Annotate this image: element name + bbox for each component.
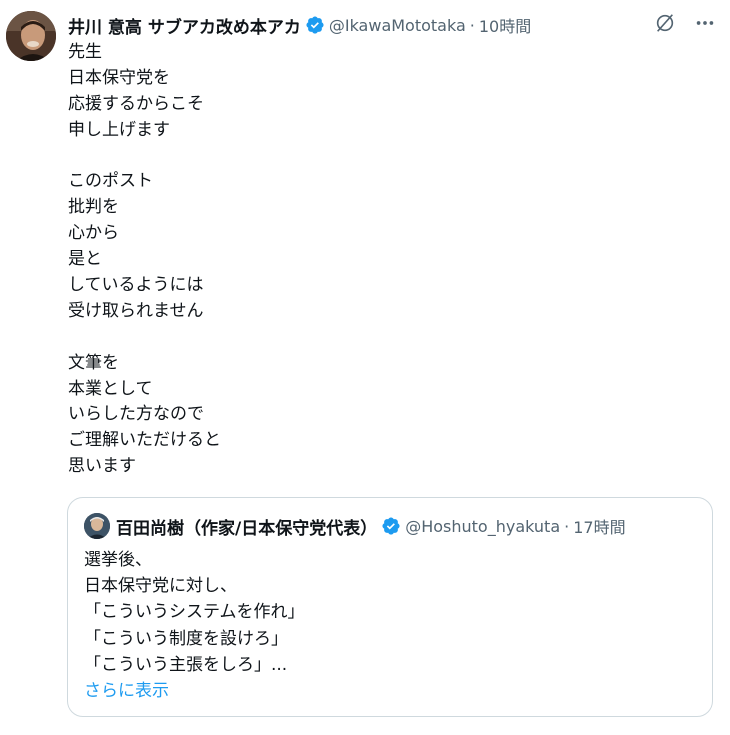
- author-avatar[interactable]: [6, 11, 56, 61]
- post-header: 井川 意高 サブアカ改め本アカ @IkawaMototaka · 10時間: [68, 12, 730, 38]
- quoted-post-header: 百田尚樹（作家/日本保守党代表） @Hoshuto_hyakuta · 17時間: [84, 513, 702, 539]
- post-text-line: [68, 144, 688, 170]
- author-handle[interactable]: @IkawaMototaka: [329, 16, 466, 35]
- post-text-line: 日本保守党を: [68, 67, 170, 88]
- show-more-link[interactable]: さらに表示: [84, 678, 684, 704]
- quoted-author-name[interactable]: 百田尚樹（作家/日本保守党代表）: [116, 514, 377, 539]
- grok-icon[interactable]: [654, 12, 676, 34]
- author-avatar-image: [6, 11, 56, 61]
- post-text-line: 先生: [68, 42, 102, 62]
- post-text-line: 思います: [68, 456, 136, 477]
- post-text-line: 心から: [68, 223, 119, 244]
- quoted-text-line: 「こういう制度を設けろ」: [84, 628, 288, 649]
- quoted-author-handle[interactable]: @Hoshuto_hyakuta: [405, 517, 560, 536]
- post-text-line: ご理解いただけると: [68, 430, 221, 451]
- quoted-text-line: 「こういう主張をしろ」...: [84, 654, 288, 675]
- post-text-line: いらした方なので: [68, 404, 204, 425]
- quoted-text-line: 「こういうシステムを作れ」: [84, 602, 305, 623]
- post-text-line: 批判を: [68, 197, 119, 218]
- quoted-post-time[interactable]: 17時間: [573, 514, 625, 538]
- post-text-line: 本業として: [68, 378, 153, 399]
- post-text-line: このポスト: [68, 171, 153, 192]
- separator-dot: ·: [564, 516, 570, 536]
- post-text-line: 受け取られません: [68, 300, 204, 321]
- post-text-line: 応援するからこそ: [68, 93, 204, 114]
- post-text-line: 是と: [68, 249, 102, 270]
- separator-dot: ·: [469, 15, 475, 35]
- post-actions-top: [654, 12, 716, 34]
- quoted-post-text: 選挙後、日本保守党に対し、「こういうシステムを作れ」 「こういう制度を設けろ」 「こ…: [84, 547, 684, 704]
- post[interactable]: 井川 意高 サブアカ改め本アカ @IkawaMototaka · 10時間 先生: [0, 0, 730, 735]
- quoted-text-line: 選挙後、: [84, 550, 152, 570]
- post-text-line: 申し上げます: [68, 119, 170, 140]
- author-name[interactable]: 井川 意高 サブアカ改め本アカ: [68, 13, 301, 38]
- quoted-post[interactable]: 百田尚樹（作家/日本保守党代表） @Hoshuto_hyakuta · 17時間…: [67, 497, 713, 717]
- post-text-line: [68, 325, 688, 351]
- quoted-text-line: 日本保守党に対し、: [84, 576, 237, 597]
- post-time[interactable]: 10時間: [479, 13, 531, 37]
- more-icon[interactable]: [694, 12, 716, 34]
- quoted-author-avatar[interactable]: [84, 513, 110, 539]
- post-text-line: 文筆を: [68, 352, 119, 373]
- verified-badge-icon: [305, 15, 325, 35]
- post-text: 先生日本保守党を応援するからこそ 申し上げます このポスト批判を心から是としているよ…: [68, 40, 688, 480]
- verified-badge-icon: [381, 516, 401, 536]
- post-text-line: しているようには: [68, 275, 204, 296]
